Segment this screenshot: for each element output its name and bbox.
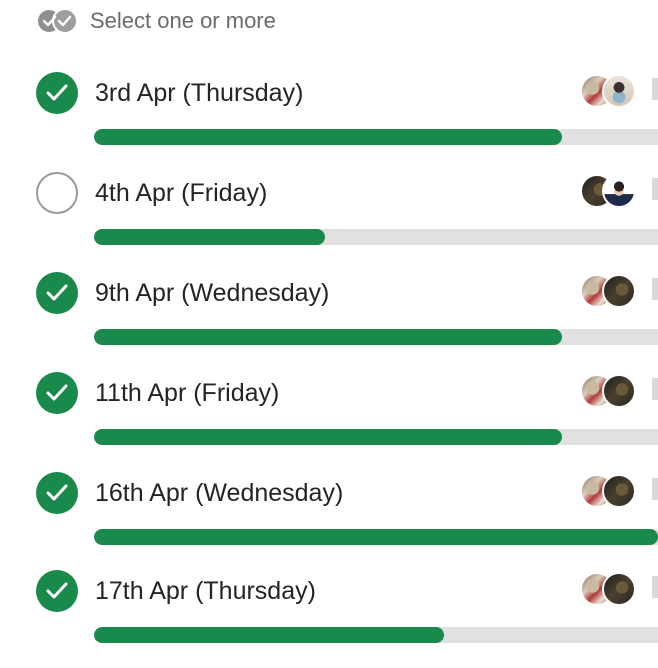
vote-count-clipped bbox=[652, 576, 658, 598]
checkmark-icon bbox=[46, 384, 68, 401]
vote-progress-track bbox=[94, 329, 658, 345]
checkmark-icon bbox=[46, 484, 68, 501]
checkmark-icon bbox=[46, 582, 68, 599]
vote-count-clipped bbox=[652, 278, 658, 300]
option-label: 4th Apr (Friday) bbox=[95, 179, 268, 207]
vote-progress-fill bbox=[94, 129, 563, 145]
voter-avatar bbox=[602, 74, 636, 108]
option-check-selected[interactable] bbox=[36, 472, 78, 514]
multi-check-icon bbox=[36, 8, 82, 34]
voter-avatars[interactable] bbox=[580, 74, 658, 110]
vote-progress-fill bbox=[94, 229, 326, 245]
option-check-selected[interactable] bbox=[36, 272, 78, 314]
vote-count-clipped bbox=[652, 378, 658, 400]
voter-avatar bbox=[602, 374, 636, 408]
checkmark-icon bbox=[46, 84, 68, 101]
option-label: 16th Apr (Wednesday) bbox=[95, 479, 344, 507]
checkmark-icon bbox=[46, 284, 68, 301]
vote-count-clipped bbox=[652, 78, 658, 100]
voter-avatars[interactable] bbox=[580, 572, 658, 608]
select-hint: Select one or more bbox=[36, 6, 276, 36]
vote-progress-fill bbox=[94, 529, 658, 545]
voter-avatars[interactable] bbox=[580, 374, 658, 410]
poll-option[interactable]: 3rd Apr (Thursday) bbox=[0, 70, 658, 170]
vote-progress-fill bbox=[94, 329, 563, 345]
voter-avatars[interactable] bbox=[580, 274, 658, 310]
vote-progress-track bbox=[94, 129, 658, 145]
poll-option[interactable]: 11th Apr (Friday) bbox=[0, 370, 658, 470]
voter-avatars[interactable] bbox=[580, 474, 658, 510]
vote-count-clipped bbox=[652, 478, 658, 500]
voter-avatar bbox=[602, 572, 636, 606]
poll-option[interactable]: 9th Apr (Wednesday) bbox=[0, 270, 658, 370]
option-check-unselected[interactable] bbox=[36, 172, 78, 214]
voter-avatars[interactable] bbox=[580, 174, 658, 210]
voter-avatar bbox=[602, 274, 636, 308]
vote-progress-track bbox=[94, 429, 658, 445]
option-check-selected[interactable] bbox=[36, 570, 78, 612]
option-label: 17th Apr (Thursday) bbox=[95, 577, 316, 605]
option-label: 9th Apr (Wednesday) bbox=[95, 279, 330, 307]
poll-option[interactable]: 17th Apr (Thursday) bbox=[0, 568, 658, 668]
option-label: 11th Apr (Friday) bbox=[95, 379, 280, 407]
voter-avatar bbox=[602, 174, 636, 208]
vote-progress-fill bbox=[94, 429, 563, 445]
select-hint-text: Select one or more bbox=[90, 8, 276, 33]
vote-progress-track bbox=[94, 529, 658, 545]
option-label: 3rd Apr (Thursday) bbox=[95, 79, 304, 107]
poll-option[interactable]: 16th Apr (Wednesday) bbox=[0, 470, 658, 570]
option-check-selected[interactable] bbox=[36, 72, 78, 114]
vote-count-clipped bbox=[652, 178, 658, 200]
option-check-selected[interactable] bbox=[36, 372, 78, 414]
voter-avatar bbox=[602, 474, 636, 508]
vote-progress-track bbox=[94, 229, 658, 245]
poll-option[interactable]: 4th Apr (Friday) bbox=[0, 170, 658, 270]
